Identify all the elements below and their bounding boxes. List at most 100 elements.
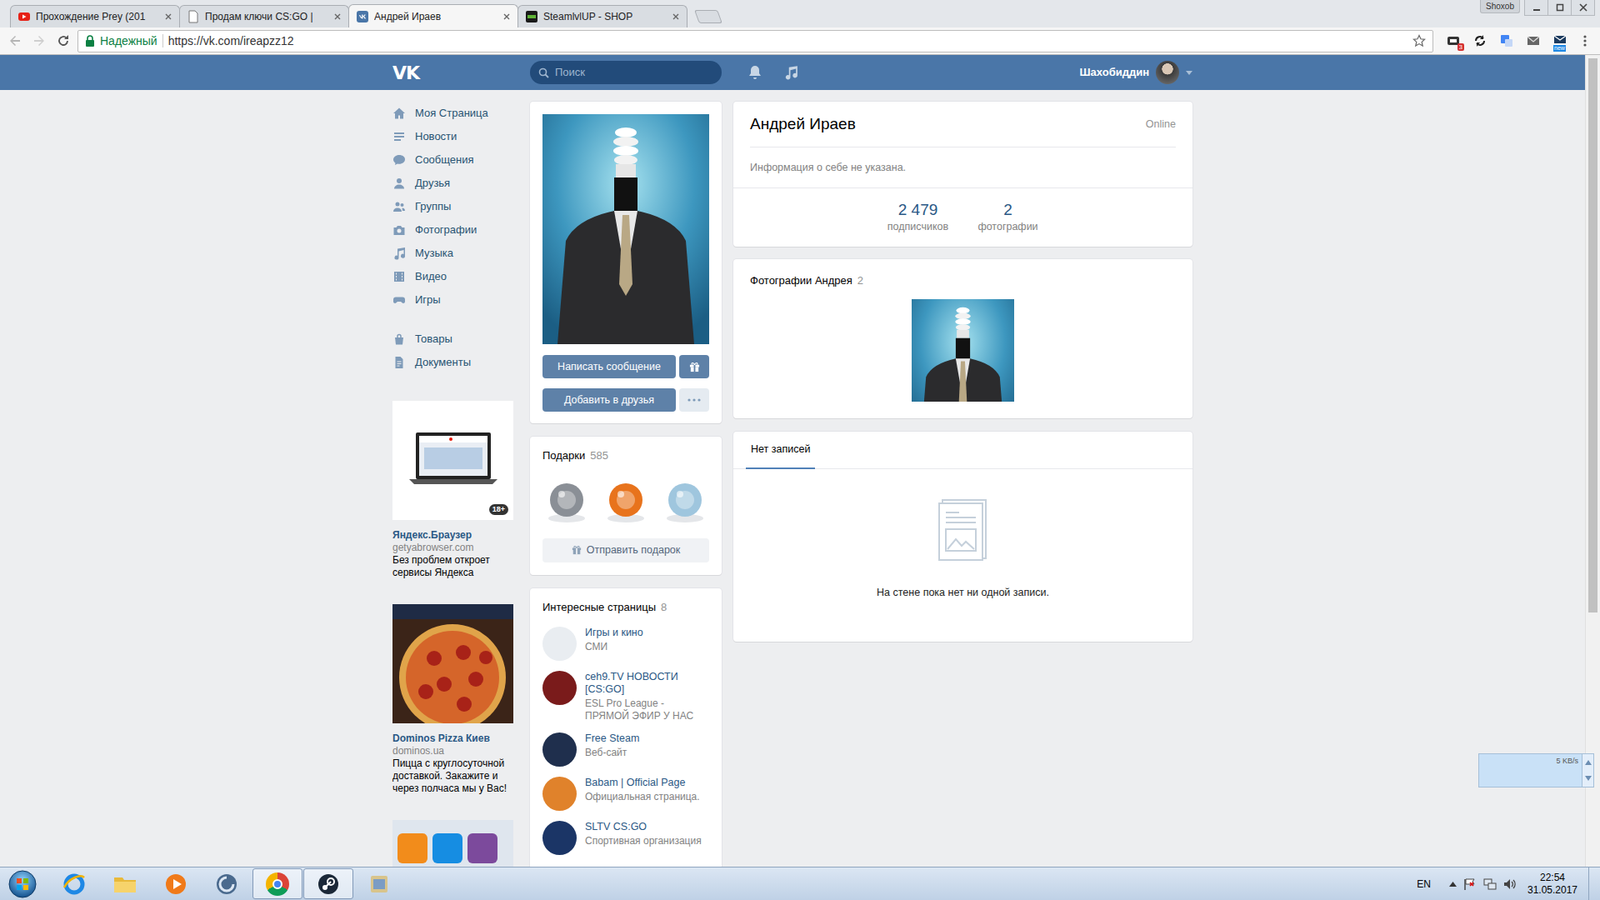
ad-title[interactable]: Яндекс.Браузер: [392, 529, 514, 542]
sidebar-item[interactable]: Новости: [392, 125, 514, 149]
show-hidden-icons-icon[interactable]: [1449, 881, 1457, 887]
start-button[interactable]: [0, 869, 45, 900]
pages-header[interactable]: Интересные страницы8: [542, 599, 710, 616]
ad-text[interactable]: Пицца с круглосуточной доставкой. Закажи…: [392, 757, 514, 795]
sidebar-item[interactable]: Музыка: [392, 241, 514, 265]
browser-tab[interactable]: Прохождение Prey (201: [10, 5, 180, 28]
search-field[interactable]: [530, 60, 722, 85]
profile-photo[interactable]: [542, 114, 710, 345]
page-item[interactable]: Babam | Official PageОфициальная страниц…: [542, 776, 710, 811]
page-item[interactable]: Free SteamВеб-сайт: [542, 732, 710, 767]
browser-tab[interactable]: SteamlvlUP - SHOP: [517, 5, 688, 28]
gift-item[interactable]: [601, 476, 650, 525]
ad-block[interactable]: Dominos Pizza Киевdominos.uaПицца с круг…: [392, 604, 514, 795]
close-button[interactable]: [1570, 0, 1595, 16]
sidebar-item-label[interactable]: Сообщения: [415, 151, 475, 169]
tab-close-icon[interactable]: [671, 12, 680, 21]
profile-counter[interactable]: 2 479подписчиков: [881, 200, 955, 235]
photo-thumbnail[interactable]: [911, 299, 1015, 402]
sidebar-item-label[interactable]: Моя Страница: [415, 105, 489, 122]
counter-label[interactable]: фотографии: [971, 219, 1045, 235]
extension-button[interactable]: new: [1549, 30, 1571, 52]
reload-button[interactable]: [53, 30, 74, 51]
user-name[interactable]: Шахобиддин: [1079, 64, 1150, 81]
notifications-bell-icon[interactable]: [746, 64, 764, 81]
laptop-ad-image[interactable]: 18+: [392, 400, 514, 520]
tab-close-icon[interactable]: [333, 12, 342, 21]
profile-counter[interactable]: 2фотографии: [971, 200, 1045, 235]
page-name[interactable]: Babam | Official Page: [585, 776, 710, 790]
extension-button[interactable]: [1522, 30, 1545, 52]
page-item[interactable]: ceh9.TV НОВОСТИ [CS:GO]ESL Pro League - …: [542, 670, 710, 723]
taskbar-app-button[interactable]: [49, 868, 100, 900]
ad-domain[interactable]: getyabrowser.com: [392, 541, 514, 555]
tab-label[interactable]: Прохождение Prey (201: [35, 9, 160, 25]
gifts-title[interactable]: Подарки: [542, 449, 585, 462]
profile-button[interactable]: Shoxob: [1480, 0, 1520, 14]
tab-label[interactable]: Андрей Ираев: [374, 9, 498, 25]
page-name[interactable]: Free Steam: [585, 732, 710, 745]
ad-title[interactable]: Dominos Pizza Киев: [392, 732, 514, 745]
gift-item[interactable]: [660, 476, 710, 525]
gift-item[interactable]: [542, 476, 591, 525]
tab-label[interactable]: SteamlvlUP - SHOP: [543, 9, 667, 25]
page-item[interactable]: Игры и киноСМИ: [542, 626, 710, 661]
sidebar-item-label[interactable]: Игры: [415, 291, 441, 309]
taskbar-app-button[interactable]: [252, 868, 303, 900]
scrollbar-thumb[interactable]: [1588, 58, 1598, 613]
sidebar-item[interactable]: Сообщения: [392, 148, 514, 172]
volume-icon[interactable]: [1503, 877, 1517, 891]
tab-close-icon[interactable]: [164, 12, 173, 21]
photos-title[interactable]: Фотографии Андрея: [750, 274, 853, 287]
music-note-icon[interactable]: [783, 65, 799, 80]
download-speed-widget[interactable]: 5 KB/s: [1478, 753, 1595, 788]
sidebar-item-label[interactable]: Товары: [415, 330, 453, 348]
bookmark-star-icon[interactable]: [1412, 34, 1426, 48]
sidebar-item-label[interactable]: Документы: [415, 354, 471, 371]
page-name[interactable]: ceh9.TV НОВОСТИ [CS:GO]: [585, 670, 710, 696]
page-avatar[interactable]: [542, 670, 577, 705]
ad-block[interactable]: 18+ Яндекс.Браузерgetyabrowser.comБез про…: [392, 400, 514, 580]
menu-button[interactable]: [1575, 30, 1595, 51]
sidebar-item-label[interactable]: Новости: [415, 128, 457, 145]
search-input[interactable]: [555, 64, 714, 81]
gift-button[interactable]: [679, 355, 710, 379]
user-menu[interactable]: Шахобиддин: [1079, 60, 1193, 85]
tab-label[interactable]: Продам ключи CS:GO |: [205, 9, 329, 25]
taskbar-app-button[interactable]: [354, 868, 405, 900]
extension-button[interactable]: [1495, 30, 1518, 52]
sidebar-item-label[interactable]: Видео: [415, 268, 447, 285]
sidebar-item-label[interactable]: Группы: [415, 198, 451, 215]
maximize-button[interactable]: [1547, 0, 1572, 16]
forward-button[interactable]: [29, 30, 50, 51]
extension-button[interactable]: [1469, 30, 1491, 52]
taskbar-app-button[interactable]: [100, 868, 150, 900]
action-center-flag-icon[interactable]: [1463, 877, 1477, 891]
page-avatar[interactable]: [542, 626, 577, 661]
page-item[interactable]: SLTV CS:GOСпортивная организация: [542, 820, 710, 855]
sidebar-item[interactable]: Группы: [392, 195, 514, 219]
new-tab-button[interactable]: [694, 10, 723, 24]
add-friend-button[interactable]: Добавить в друзья: [542, 388, 676, 412]
sidebar-item[interactable]: Видео: [392, 265, 514, 289]
wall-tab[interactable]: Нет записей: [745, 431, 815, 470]
message-button[interactable]: Написать сообщение: [542, 355, 676, 379]
more-actions-button[interactable]: [679, 388, 710, 412]
sidebar-item-label[interactable]: Фотографии: [415, 221, 477, 239]
sidebar-item-label[interactable]: Музыка: [415, 245, 454, 262]
page-avatar[interactable]: [542, 732, 577, 767]
back-button[interactable]: [5, 30, 25, 51]
network-icon[interactable]: [1483, 877, 1497, 891]
page-name[interactable]: Игры и кино: [585, 626, 710, 640]
sidebar-item[interactable]: Моя Страница: [392, 101, 514, 125]
browser-tab[interactable]: Андрей Ираев: [348, 4, 519, 28]
sidebar-item[interactable]: Друзья: [392, 171, 514, 195]
photos-header[interactable]: Фотографии Андрея2: [750, 272, 1176, 290]
page-avatar[interactable]: [542, 776, 577, 811]
user-avatar[interactable]: [1155, 60, 1180, 85]
ad-text[interactable]: Без проблем откроет сервисы Яндекса: [392, 554, 514, 580]
clock[interactable]: 22:54 31.05.2017: [1523, 871, 1582, 897]
sidebar-item[interactable]: Документы: [392, 350, 514, 375]
language-indicator[interactable]: EN: [1416, 876, 1431, 892]
taskbar-app-button[interactable]: [201, 868, 252, 900]
